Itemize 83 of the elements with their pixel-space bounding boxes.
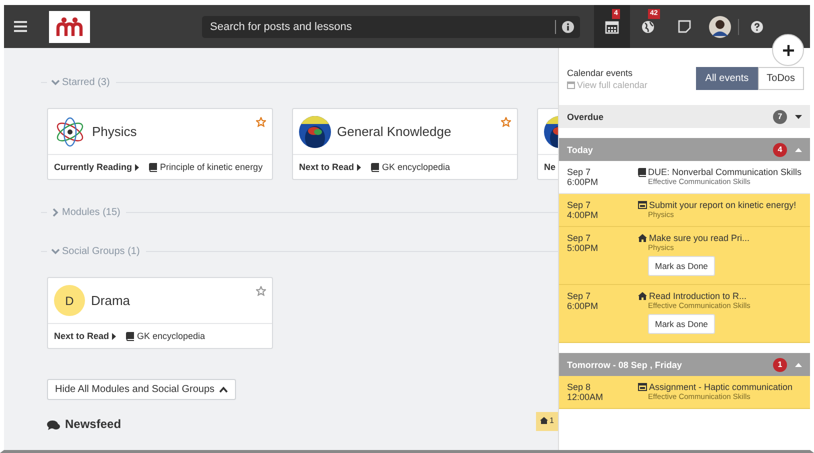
book-icon (149, 162, 158, 172)
search-field[interactable]: Search for posts and lessons (202, 16, 580, 38)
filter-tab[interactable]: All events (696, 67, 758, 90)
event-time: 5:00PM (567, 243, 600, 253)
chevron-icon (51, 208, 60, 216)
caret-icon (795, 362, 802, 366)
menu-icon[interactable] (14, 21, 27, 32)
count-badge: 7 (773, 110, 787, 124)
help-icon (751, 20, 763, 32)
event-title: Read Introduction to R... (649, 291, 747, 301)
group-title: Tomorrow - 08 Sep , Friday (567, 360, 683, 370)
course-card[interactable]: D Drama Next to Read GK encyclopedia (47, 277, 273, 349)
group-header[interactable]: Overdue 7 (559, 105, 810, 128)
note-icon (678, 20, 690, 33)
group-title: Today (567, 144, 594, 154)
count-badge: 4 (773, 142, 787, 156)
card-title: Physics (92, 124, 137, 139)
course-card[interactable]: Ne (537, 108, 558, 180)
event-date: Sep 7 (567, 291, 592, 301)
event-date: Sep 7 (567, 200, 592, 210)
star-icon[interactable] (501, 117, 511, 127)
hide-groups-button[interactable]: Hide All Modules and Social Groups (47, 379, 236, 400)
event-title: Make sure you read Pri... (649, 233, 750, 243)
reading-status[interactable]: Currently Reading (54, 162, 132, 172)
event-date: Sep 7 (567, 167, 592, 177)
group-header[interactable]: Today 4 (559, 138, 810, 161)
card-title: General Knowledge (337, 124, 452, 139)
event-title: Assignment - Haptic communication (649, 382, 793, 392)
newsfeed-heading: Newsfeed (65, 417, 122, 431)
panel-title: Calendar events (567, 68, 634, 78)
chevron-icon (51, 78, 60, 86)
caret-icon (357, 164, 362, 170)
reading-status[interactable]: Next to Read (54, 331, 110, 341)
star-icon[interactable] (256, 117, 266, 127)
card-title: Drama (91, 293, 130, 308)
mark-done-button[interactable]: Mark as Done (648, 314, 715, 334)
caret-icon (795, 148, 802, 152)
calendar-icon (605, 20, 619, 34)
event-title: DUE: Nonverbal Communication Skills (648, 167, 802, 177)
logo-icon[interactable] (49, 10, 90, 42)
home-icon (638, 234, 647, 242)
course-card[interactable]: Physics Currently Reading Principle of kinetic energy (47, 108, 273, 180)
chevron-up-icon (218, 386, 228, 393)
feed-tag[interactable]: 1 (536, 412, 558, 431)
caret-icon (112, 332, 116, 340)
globe-icon (641, 20, 655, 34)
lesson-link[interactable]: GK encyclopedia (137, 331, 206, 341)
group-header[interactable]: Tomorrow - 08 Sep , Friday 1 (559, 353, 810, 376)
count-badge: 1 (773, 358, 787, 372)
event-time: 6:00PM (567, 177, 600, 187)
book-icon (126, 332, 134, 340)
event-time: 12:00AM (567, 392, 604, 402)
star-icon[interactable] (256, 286, 266, 296)
plus-icon (782, 44, 794, 56)
group-title: Overdue (567, 112, 605, 122)
lesson-link[interactable]: GK encyclopedia (382, 162, 450, 172)
add-button[interactable] (772, 34, 804, 66)
event-date: Sep 8 (567, 382, 592, 392)
home-icon (540, 417, 548, 424)
reading-status[interactable]: Ne (544, 162, 556, 172)
lesson-link[interactable]: Principle of kinetic energy (160, 162, 263, 172)
caret-icon (135, 164, 140, 170)
event-date: Sep 7 (567, 233, 592, 243)
calendar-icon (638, 201, 647, 209)
filter-tab[interactable]: ToDos (758, 67, 804, 90)
event-time: 4:00PM (567, 210, 600, 220)
group-avatar: D (54, 285, 85, 316)
course-card[interactable]: General Knowledge Next to Read GK encyclopedia (292, 108, 518, 180)
mark-done-button[interactable]: Mark as Done (648, 256, 715, 276)
avatar-icon (709, 16, 731, 38)
caret-icon (795, 114, 802, 118)
book-icon (371, 162, 380, 172)
info-icon[interactable] (562, 20, 574, 32)
event-time: 6:00PM (567, 301, 600, 311)
chevron-icon (51, 246, 60, 256)
book-icon (638, 168, 646, 176)
event-title: Submit your report on kinetic energy! (649, 200, 796, 210)
calendar-icon (638, 383, 647, 391)
calendar-icon (567, 80, 575, 88)
comments-icon (47, 420, 60, 431)
home-icon (638, 292, 647, 300)
reading-status[interactable]: Next to Read (299, 162, 354, 172)
atom-icon (54, 116, 86, 148)
